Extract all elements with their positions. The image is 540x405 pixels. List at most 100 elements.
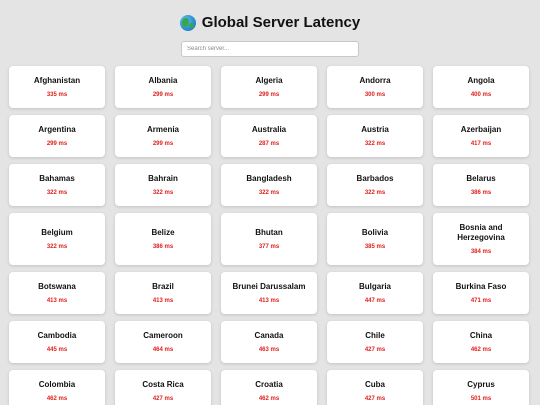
server-name: Cameroon: [143, 331, 183, 340]
server-name: Canada: [254, 331, 284, 340]
server-name: Bahamas: [39, 174, 75, 183]
latency-value: 322 ms: [258, 190, 280, 196]
server-card[interactable]: Canada 463 ms: [221, 321, 317, 363]
server-name: Afghanistan: [33, 76, 81, 85]
server-card[interactable]: Bosnia and Herzegovina 384 ms: [433, 213, 529, 265]
latency-value: 322 ms: [364, 141, 386, 147]
globe-icon: [179, 14, 196, 31]
latency-value: 377 ms: [258, 244, 280, 250]
server-card[interactable]: Andorra 300 ms: [327, 66, 423, 108]
server-card[interactable]: Brazil 413 ms: [115, 272, 211, 314]
server-name: Angola: [467, 76, 495, 85]
server-grid: Afghanistan 335 ms Albania 299 ms Algeria 299…: [9, 66, 529, 405]
server-name: Azerbaijan: [460, 125, 502, 134]
header: Global Server Latency: [0, 14, 540, 31]
server-card[interactable]: Barbados 322 ms: [327, 164, 423, 206]
search-input[interactable]: [181, 41, 359, 57]
page: Global Server Latency Afghanistan335 msA…: [0, 0, 540, 405]
latency-value: 300 ms: [364, 92, 386, 98]
page-title: Global Server Latency: [201, 14, 361, 31]
server-name: Brazil: [152, 282, 174, 291]
server-name: Cuba: [365, 380, 385, 389]
server-card[interactable]: Croatia 462 ms: [221, 370, 317, 405]
latency-value: 462 ms: [46, 396, 68, 402]
server-card[interactable]: Botswana 413 ms: [9, 272, 105, 314]
server-card[interactable]: Bulgaria 447 ms: [327, 272, 423, 314]
server-card[interactable]: Belarus 386 ms: [433, 164, 529, 206]
latency-value: 462 ms: [470, 347, 492, 353]
server-card[interactable]: Belize 386 ms: [115, 213, 211, 265]
server-card[interactable]: Bahrain 322 ms: [115, 164, 211, 206]
latency-value: 299 ms: [152, 92, 174, 98]
latency-value: 463 ms: [258, 347, 280, 353]
server-name: Barbados: [356, 174, 394, 183]
latency-value: 322 ms: [364, 190, 386, 196]
server-card[interactable]: Armenia 299 ms: [115, 115, 211, 157]
server-card[interactable]: Argentina 299 ms: [9, 115, 105, 157]
server-card[interactable]: Austria 322 ms: [327, 115, 423, 157]
server-name: Algeria: [255, 76, 283, 85]
server-name: Croatia: [255, 380, 283, 389]
server-card[interactable]: Azerbaijan 417 ms: [433, 115, 529, 157]
latency-value: 417 ms: [470, 141, 492, 147]
latency-value: 322 ms: [46, 190, 68, 196]
server-name: Bolivia: [361, 228, 389, 237]
latency-value: 445 ms: [46, 347, 68, 353]
latency-value: 400 ms: [470, 92, 492, 98]
server-card[interactable]: Bolivia 385 ms: [327, 213, 423, 265]
server-card[interactable]: Albania 299 ms: [115, 66, 211, 108]
server-name: Cyprus: [467, 380, 495, 389]
server-name: Bhutan: [255, 228, 283, 237]
latency-value: 322 ms: [46, 244, 68, 250]
server-card[interactable]: Bahamas 322 ms: [9, 164, 105, 206]
server-name: Botswana: [38, 282, 76, 291]
server-name: Bahrain: [148, 174, 178, 183]
server-card[interactable]: Algeria 299 ms: [221, 66, 317, 108]
server-card[interactable]: Afghanistan 335 ms: [9, 66, 105, 108]
server-card[interactable]: Cuba 427 ms: [327, 370, 423, 405]
server-name: Belgium: [41, 228, 73, 237]
latency-value: 384 ms: [470, 249, 492, 255]
server-card[interactable]: Bhutan 377 ms: [221, 213, 317, 265]
server-card[interactable]: Cameroon 464 ms: [115, 321, 211, 363]
server-name: Costa Rica: [142, 380, 184, 389]
server-name: Bulgaria: [358, 282, 391, 291]
latency-value: 287 ms: [258, 141, 280, 147]
latency-value: 413 ms: [152, 298, 174, 304]
latency-value: 335 ms: [46, 92, 68, 98]
latency-value: 385 ms: [364, 244, 386, 250]
server-card[interactable]: Brunei Darussalam 413 ms: [221, 272, 317, 314]
server-card[interactable]: Angola 400 ms: [433, 66, 529, 108]
server-card[interactable]: Chile 427 ms: [327, 321, 423, 363]
latency-value: 427 ms: [364, 347, 386, 353]
latency-value: 299 ms: [46, 141, 68, 147]
server-name: Brunei Darussalam: [232, 282, 306, 291]
server-card[interactable]: Cyprus 501 ms: [433, 370, 529, 405]
server-name: Bosnia and Herzegovina: [457, 223, 505, 242]
server-name: Argentina: [38, 125, 76, 134]
latency-value: 427 ms: [152, 396, 174, 402]
latency-value: 413 ms: [258, 298, 280, 304]
latency-value: 299 ms: [258, 92, 280, 98]
latency-value: 427 ms: [364, 396, 386, 402]
latency-value: 299 ms: [152, 141, 174, 147]
server-name: Australia: [251, 125, 287, 134]
latency-value: 462 ms: [258, 396, 280, 402]
latency-value: 447 ms: [364, 298, 386, 304]
latency-value: 413 ms: [46, 298, 68, 304]
server-card[interactable]: Australia 287 ms: [221, 115, 317, 157]
server-card[interactable]: Burkina Faso 471 ms: [433, 272, 529, 314]
server-name: Colombia: [38, 380, 76, 389]
server-name: Bangladesh: [246, 174, 292, 183]
server-card[interactable]: Bangladesh 322 ms: [221, 164, 317, 206]
server-name: Chile: [365, 331, 385, 340]
server-name: Armenia: [146, 125, 179, 134]
server-card[interactable]: China 462 ms: [433, 321, 529, 363]
server-card[interactable]: Colombia 462 ms: [9, 370, 105, 405]
server-card[interactable]: Cambodia 445 ms: [9, 321, 105, 363]
server-name: China: [469, 331, 493, 340]
server-card[interactable]: Costa Rica 427 ms: [115, 370, 211, 405]
server-card[interactable]: Belgium 322 ms: [9, 213, 105, 265]
server-name: Austria: [361, 125, 389, 134]
server-name: Cambodia: [37, 331, 77, 340]
